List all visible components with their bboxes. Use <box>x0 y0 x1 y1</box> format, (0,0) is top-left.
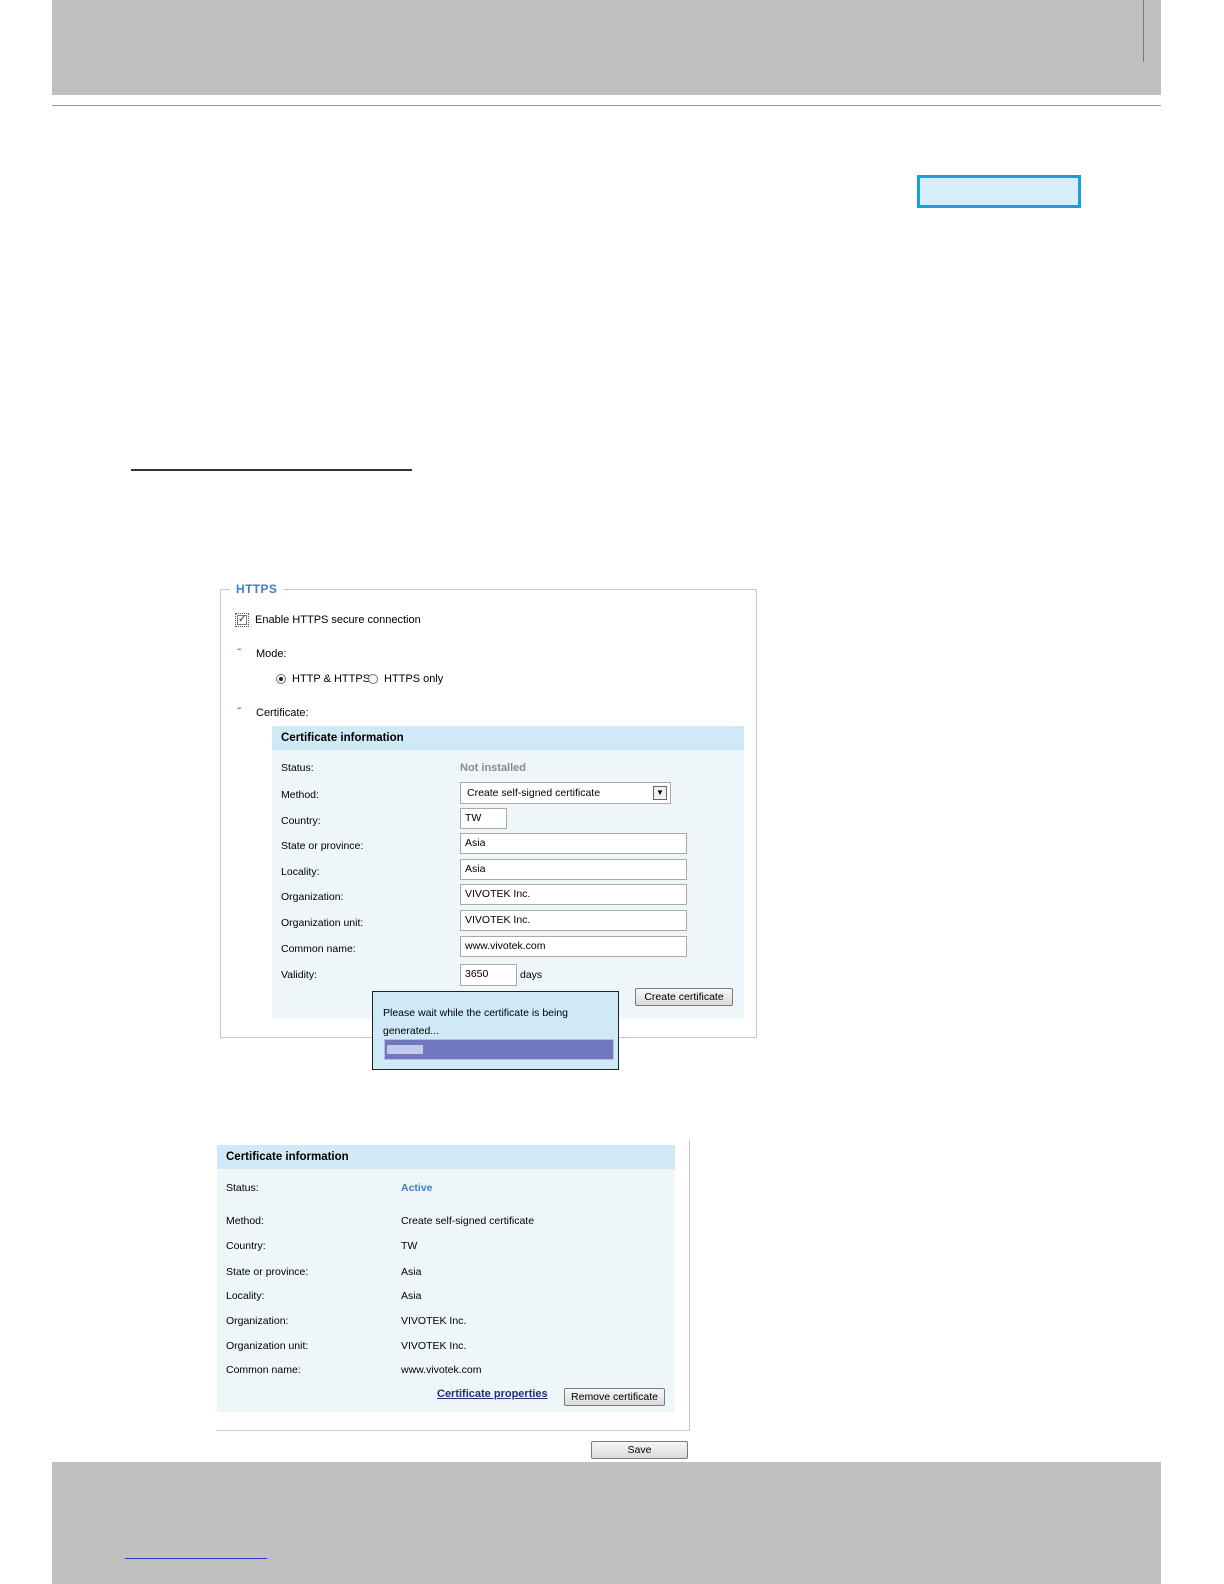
method-label: Method: <box>281 789 319 801</box>
section-underline <box>131 469 412 471</box>
method-select[interactable]: Create self-signed certificate ▼ <box>460 782 671 804</box>
org-unit-input[interactable]: VIVOTEK Inc. <box>460 910 687 931</box>
certificate-info-header: Certificate information <box>217 1145 675 1169</box>
common-name-label: Common name: <box>281 943 356 955</box>
locality-value: Asia <box>401 1290 422 1302</box>
country-label: Country: <box>281 815 321 827</box>
method-label: Method: <box>226 1215 264 1227</box>
checkmark-icon: ✓ <box>237 614 247 625</box>
https-legend: HTTPS <box>230 582 284 596</box>
validity-input[interactable]: 3650 <box>460 964 517 986</box>
org-unit-label: Organization unit: <box>281 917 364 929</box>
create-certificate-button[interactable]: Create certificate <box>635 988 733 1006</box>
state-label: State or province: <box>281 840 364 852</box>
progress-bar <box>384 1039 614 1060</box>
status-label: Status: <box>281 762 314 774</box>
organization-label: Organization: <box>226 1315 289 1327</box>
mode-https-only-radio[interactable] <box>368 674 378 684</box>
validity-unit: days <box>520 969 543 981</box>
certificate-properties-link[interactable]: Certificate properties <box>437 1388 548 1400</box>
chevron-down-icon[interactable]: ˇˇ <box>237 648 241 659</box>
wait-dialog: Please wait while the certificate is bei… <box>372 991 619 1070</box>
country-input[interactable]: TW <box>460 808 507 829</box>
enable-https-checkbox[interactable]: ✓ <box>235 613 249 627</box>
dropdown-arrow-icon[interactable]: ▼ <box>653 786 667 800</box>
common-name-value: www.vivotek.com <box>401 1364 482 1376</box>
organization-input[interactable]: VIVOTEK Inc. <box>460 884 687 905</box>
locality-label: Locality: <box>226 1290 265 1302</box>
certificate-label: Certificate: <box>256 707 309 719</box>
save-button[interactable]: Save <box>591 1441 688 1459</box>
common-name-label: Common name: <box>226 1364 301 1376</box>
footer-link-underline[interactable] <box>125 1558 267 1559</box>
footer-band <box>52 1462 1161 1584</box>
mode-http-https-radio[interactable] <box>276 674 286 684</box>
country-value: TW <box>401 1240 418 1252</box>
header-band <box>52 0 1161 95</box>
organization-value: VIVOTEK Inc. <box>401 1315 467 1327</box>
status-value: Not installed <box>460 762 527 774</box>
enable-https-label: Enable HTTPS secure connection <box>255 614 421 626</box>
remove-certificate-button[interactable]: Remove certificate <box>564 1388 665 1406</box>
chevron-down-icon[interactable]: ˇˇ <box>237 707 241 718</box>
org-unit-value: VIVOTEK Inc. <box>401 1340 467 1352</box>
org-unit-label: Organization unit: <box>226 1340 309 1352</box>
state-value: Asia <box>401 1266 422 1278</box>
progress-fill <box>387 1045 423 1054</box>
highlight-button[interactable] <box>917 175 1081 208</box>
common-name-input[interactable]: www.vivotek.com <box>460 936 687 957</box>
status-label: Status: <box>226 1182 259 1194</box>
method-select-value: Create self-signed certificate <box>467 787 601 799</box>
mode-http-https-label: HTTP & HTTPS <box>292 673 371 685</box>
validity-label: Validity: <box>281 969 317 981</box>
status-value: Active <box>401 1182 433 1194</box>
certificate-info-header: Certificate information <box>272 726 744 750</box>
state-label: State or province: <box>226 1266 309 1278</box>
mode-https-only-label: HTTPS only <box>384 673 444 685</box>
method-value: Create self-signed certificate <box>401 1215 535 1227</box>
header-rule <box>52 105 1161 106</box>
organization-label: Organization: <box>281 891 344 903</box>
state-input[interactable]: Asia <box>460 833 687 854</box>
locality-input[interactable]: Asia <box>460 859 687 880</box>
locality-label: Locality: <box>281 866 320 878</box>
wait-message: Please wait while the certificate is bei… <box>383 1007 569 1037</box>
mode-label: Mode: <box>256 648 287 660</box>
country-label: Country: <box>226 1240 266 1252</box>
header-edge-line <box>1143 0 1144 62</box>
